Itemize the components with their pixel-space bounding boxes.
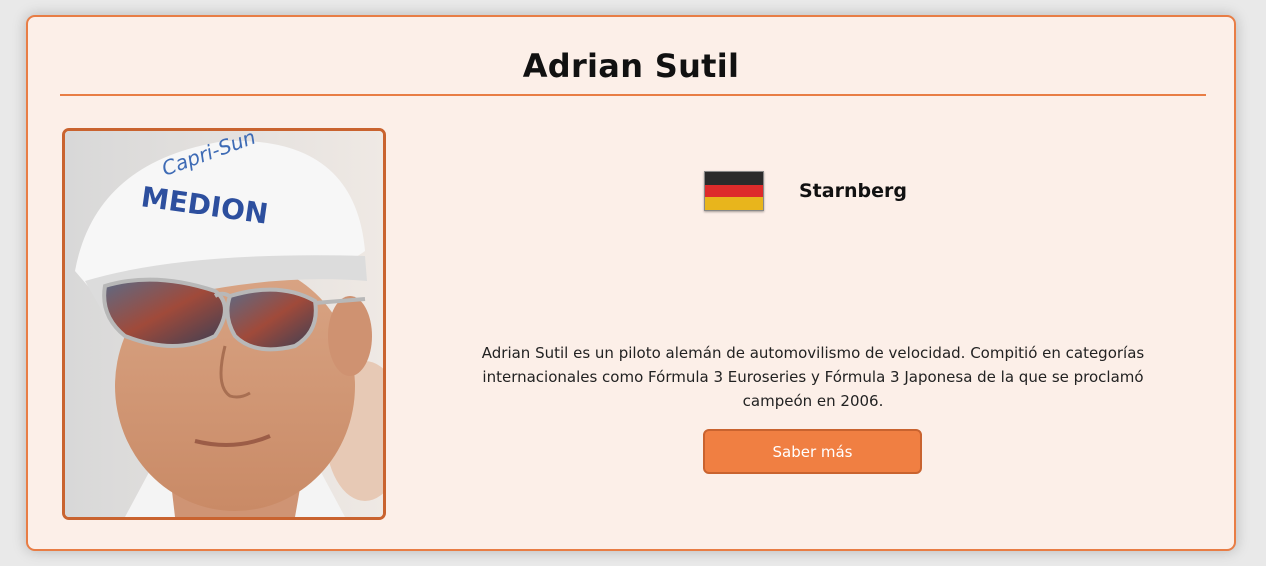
flag-stripe-red — [705, 184, 763, 198]
flag-stripe-black — [705, 172, 763, 185]
driver-description: Adrian Sutil es un piloto alemán de auto… — [481, 344, 1145, 410]
driver-photo: Capri-Sun MEDION — [62, 128, 386, 520]
birthplace-city: Starnberg — [799, 180, 907, 202]
birthplace: Starnberg — [704, 170, 907, 212]
driver-portrait-icon: Capri-Sun MEDION — [65, 131, 383, 517]
driver-card: Adrian Sutil Capri-Sun MEDION Starnberg … — [26, 15, 1236, 551]
flag-stripe-gold — [705, 197, 763, 211]
germany-flag-icon — [704, 171, 764, 211]
driver-name: Adrian Sutil — [522, 47, 740, 85]
title-divider — [60, 94, 1206, 96]
read-more-button[interactable]: Saber más — [703, 429, 922, 474]
